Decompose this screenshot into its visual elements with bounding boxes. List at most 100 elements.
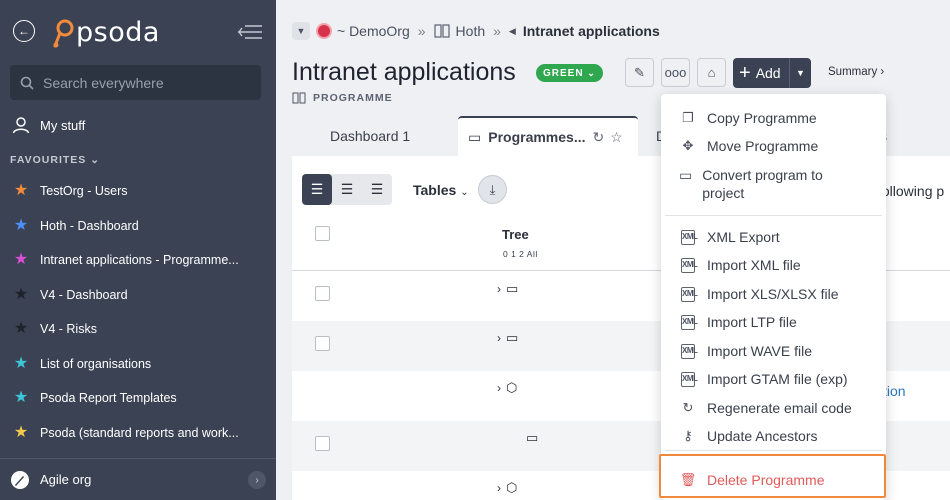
- chevron-right-icon[interactable]: ›: [497, 381, 501, 395]
- row-checkbox[interactable]: [315, 436, 330, 451]
- org-name: Agile org: [40, 472, 92, 487]
- arrow-left-icon: ←: [18, 24, 30, 38]
- breadcrumb-org[interactable]: ~ DemoOrg: [337, 23, 410, 39]
- logo-mark-icon: [53, 19, 74, 47]
- add-button[interactable]: + Add ▼: [733, 58, 811, 88]
- menu-item-move-programme[interactable]: ✥ Move Programme: [679, 137, 819, 155]
- view-density-toggle: ☰ ☰ ☰: [302, 174, 392, 205]
- xml-file-icon: XML: [681, 258, 698, 273]
- chevron-right-icon[interactable]: ›: [248, 471, 266, 489]
- row-link[interactable]: tion: [883, 383, 906, 399]
- menu-item-convert-to-project[interactable]: ▭ Convert program to project: [679, 166, 864, 202]
- tree-cell: › ⬡: [497, 480, 517, 496]
- key-icon: ⚷: [683, 428, 693, 443]
- star-icon: ★: [13, 320, 29, 338]
- favourite-item[interactable]: ★ TestOrg - Users: [0, 174, 276, 209]
- breadcrumb-project[interactable]: Hoth: [456, 23, 486, 39]
- breadcrumb-dropdown-button[interactable]: ▼: [292, 22, 310, 40]
- star-icon: ★: [13, 182, 29, 200]
- star-icon[interactable]: ☆: [610, 129, 623, 146]
- breadcrumb-current: Intranet applications: [522, 23, 660, 39]
- status-badge[interactable]: GREEN ⌄: [536, 64, 603, 82]
- menu-item-import-wave[interactable]: XML Import WAVE file: [679, 342, 812, 360]
- favourite-item[interactable]: ★ Hoth - Dashboard: [0, 209, 276, 244]
- tab-dashboard[interactable]: Dashboard 1: [330, 116, 410, 156]
- breadcrumb: ▼ ~ DemoOrg » Hoth » ◀ Intranet applicat…: [292, 19, 660, 43]
- tree-cell: › ⬡: [497, 380, 517, 396]
- favourite-item[interactable]: ★ V4 - Risks: [0, 312, 276, 347]
- xml-file-icon: XML: [681, 344, 698, 359]
- calendar-icon: ▭: [468, 128, 482, 145]
- favourite-label: Psoda Report Templates: [40, 391, 177, 406]
- favourites-heading-text: FAVOURITES: [10, 154, 87, 166]
- tables-dropdown[interactable]: Tables ⌄: [413, 182, 469, 198]
- search-box: [10, 65, 261, 100]
- favourite-item[interactable]: ★ Intranet applications - Programme...: [0, 243, 276, 278]
- favourite-item[interactable]: ★ List of organisations: [0, 347, 276, 382]
- view-dense-button[interactable]: ☰: [362, 174, 392, 205]
- view-compact-button[interactable]: ☰: [332, 174, 362, 205]
- menu-item-label: XML Export: [707, 229, 780, 245]
- favourite-item[interactable]: ★ V4 - Dashboard: [0, 278, 276, 313]
- programme-book-icon: [292, 92, 306, 104]
- tab-label: Programmes...: [488, 129, 586, 145]
- item-type-text: PROGRAMME: [313, 92, 393, 104]
- programme-icon: ▭: [506, 281, 519, 296]
- collapse-sidebar-icon[interactable]: [238, 24, 262, 40]
- export-button[interactable]: ⤓: [478, 175, 507, 204]
- chevron-right-icon[interactable]: ›: [497, 282, 501, 296]
- ellipsis-icon: ooo: [664, 65, 687, 80]
- menu-item-import-xls[interactable]: XML Import XLS/XLSX file: [679, 285, 839, 303]
- xml-file-icon: XML: [681, 287, 698, 302]
- download-icon: ⤓: [489, 181, 496, 197]
- more-options-button[interactable]: ooo: [661, 58, 690, 87]
- summary-link[interactable]: Summary ›: [828, 66, 884, 78]
- search-input[interactable]: [43, 74, 253, 91]
- bookmark-button[interactable]: ⌂: [697, 58, 726, 87]
- menu-item-label: Update Ancestors: [707, 428, 818, 444]
- my-stuff-label: My stuff: [40, 117, 86, 133]
- favourite-item[interactable]: ★ Psoda Report Templates: [0, 381, 276, 416]
- refresh-icon[interactable]: ↻: [593, 129, 605, 146]
- menu-item-import-ltp[interactable]: XML Import LTP file: [679, 313, 797, 331]
- menu-item-import-gtam[interactable]: XML Import GTAM file (exp): [679, 370, 848, 388]
- tree-level-selector[interactable]: 0 1 2 All: [503, 249, 538, 259]
- menu-divider: [665, 450, 882, 451]
- plus-icon: +: [739, 62, 751, 84]
- edit-button[interactable]: ✎: [625, 58, 654, 87]
- tree-cell: ▭: [526, 430, 538, 446]
- my-stuff-link[interactable]: My stuff: [12, 116, 85, 134]
- tree-cell: › ▭: [497, 281, 518, 297]
- menu-item-copy-programme[interactable]: ❐ Copy Programme: [679, 109, 817, 127]
- menu-item-regenerate-email-code[interactable]: ↻ Regenerate email code: [679, 399, 852, 417]
- chevron-down-icon: ▼: [296, 26, 306, 36]
- tab-programmes[interactable]: ▭ Programmes... ↻ ☆: [458, 116, 638, 156]
- favourite-label: Psoda (standard reports and work...: [40, 425, 239, 440]
- menu-item-xml-export[interactable]: XML XML Export: [679, 228, 780, 246]
- org-switcher[interactable]: Agile org ›: [0, 459, 276, 500]
- tree-cell: › ▭: [497, 330, 518, 346]
- select-all-checkbox[interactable]: [315, 226, 330, 241]
- sidebar: ← psoda My stuff FAVOURITES: [0, 0, 276, 500]
- row-checkbox[interactable]: [315, 336, 330, 351]
- menu-item-import-xml[interactable]: XML Import XML file: [679, 256, 801, 274]
- tree-column-header[interactable]: Tree: [502, 227, 529, 242]
- back-button[interactable]: ←: [13, 20, 35, 42]
- user-icon: [12, 117, 30, 134]
- menu-item-update-ancestors[interactable]: ⚷ Update Ancestors: [679, 427, 818, 445]
- add-dropdown-caret-icon[interactable]: ▼: [789, 58, 811, 88]
- row-checkbox[interactable]: [315, 286, 330, 301]
- pencil-icon: ✎: [634, 64, 645, 80]
- view-comfortable-button[interactable]: ☰: [302, 174, 332, 205]
- favourites-heading[interactable]: FAVOURITES ⌄: [10, 154, 100, 166]
- info-text: following p: [878, 183, 945, 199]
- logo-text: psoda: [76, 17, 160, 48]
- item-type-label: PROGRAMME: [292, 92, 393, 104]
- sidebar-header: ← psoda: [0, 0, 276, 60]
- favourite-item[interactable]: ★ Psoda (standard reports and work...: [0, 416, 276, 451]
- caret-left-icon: ◀: [508, 25, 516, 36]
- org-avatar: [316, 23, 332, 39]
- chevron-right-icon[interactable]: ›: [497, 481, 501, 495]
- chevron-right-icon[interactable]: ›: [497, 331, 501, 345]
- psoda-logo[interactable]: psoda: [52, 17, 160, 48]
